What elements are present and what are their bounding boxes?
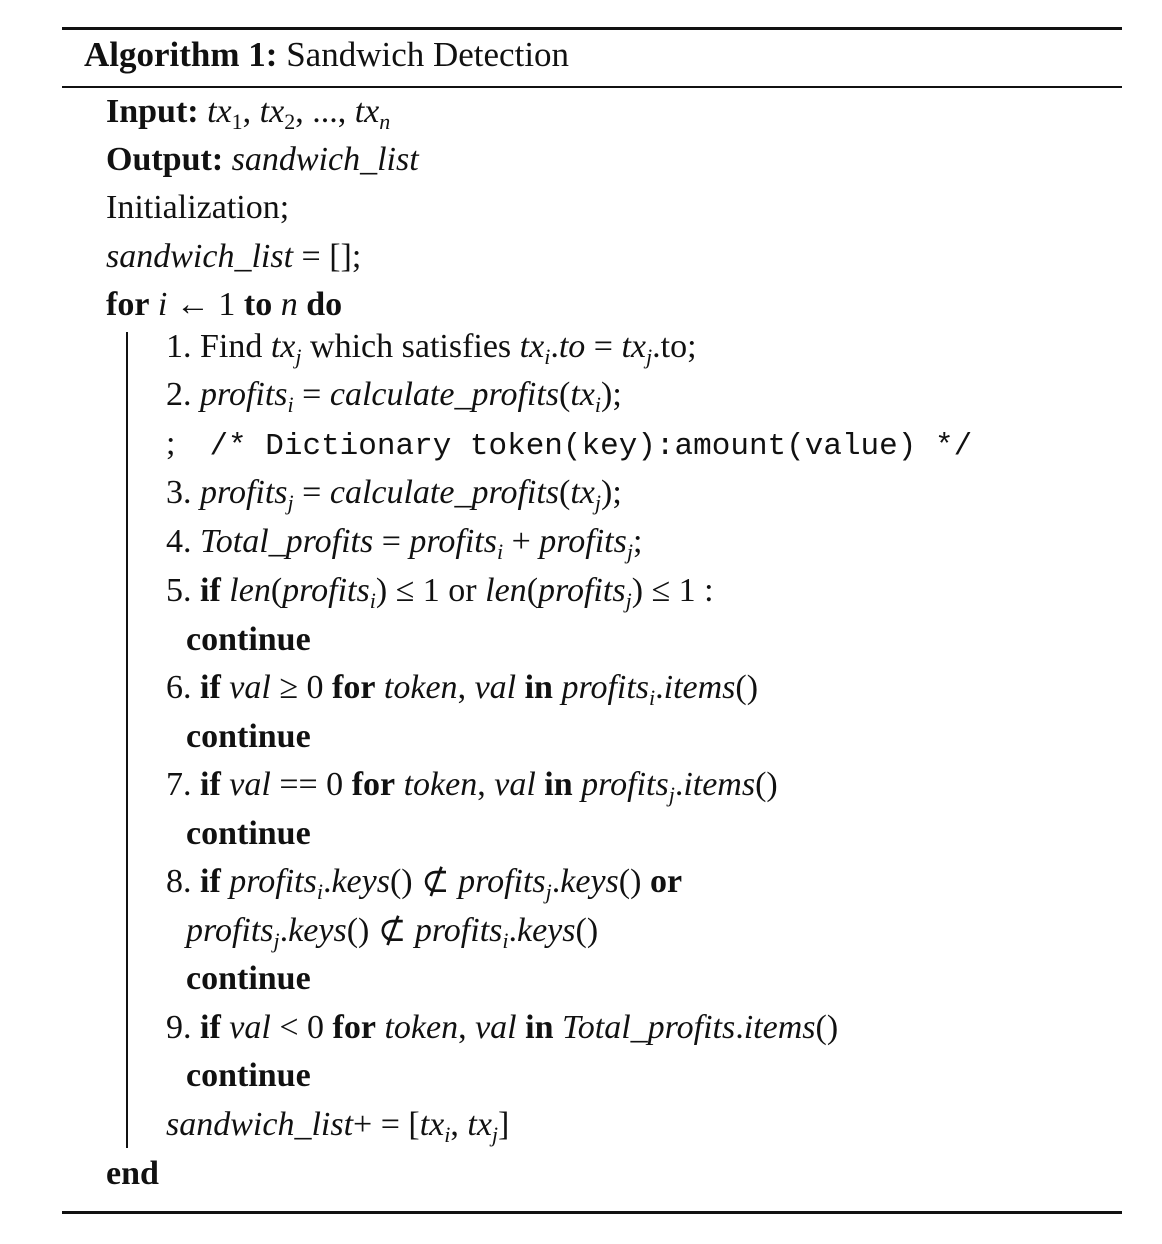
caption-label: Algorithm 1:	[84, 35, 278, 74]
step-3: 3. profitsj = calculate_profits(txj);	[166, 474, 622, 515]
loop-body-bar	[126, 332, 128, 1148]
input-line: Input: tx1, tx2, ..., txn	[106, 92, 391, 134]
output-label: Output:	[106, 141, 224, 178]
loop-end: end	[106, 1155, 159, 1192]
input-label: Input:	[106, 93, 199, 130]
algorithm-caption: Algorithm 1: Sandwich Detection	[84, 34, 569, 76]
step-6-continue: continue	[186, 718, 311, 755]
step-7: 7. if val == 0 for token, val in profits…	[166, 766, 778, 807]
step-8-continuation: profitsj.keys() ⊄ profitsi.keys()	[186, 912, 599, 953]
step-8: 8. if profitsi.keys() ⊄ profitsj.keys() …	[166, 863, 683, 904]
step-2-comment: ; /* Dictionary token(key):amount(value)…	[166, 425, 973, 464]
output-value: sandwich_list	[231, 141, 419, 178]
step-9-continue: continue	[186, 1057, 311, 1094]
top-rule	[62, 27, 1122, 30]
input-value: tx1, tx2, ..., txn	[207, 93, 391, 134]
step-2: 2. profitsi = calculate_profits(txi);	[166, 376, 622, 417]
step-1: 1. Find txj which satisfies txi.to = txj…	[166, 328, 697, 369]
step-6: 6. if val ≥ 0 for token, val in profitsi…	[166, 669, 759, 710]
caption-title: Sandwich Detection	[286, 35, 570, 74]
for-loop-header: for i ← 1 to n do	[106, 286, 343, 323]
step-4: 4. Total_profits = profitsi + profitsj;	[166, 523, 643, 564]
step-5-continue: continue	[186, 621, 311, 658]
bottom-rule	[62, 1211, 1122, 1214]
step-5: 5. if len(profitsi) ≤ 1 or len(profitsj)…	[166, 572, 714, 613]
caption-rule	[62, 86, 1122, 88]
init-assign-line: sandwich_list = [];	[106, 238, 362, 275]
step-8-continue: continue	[186, 960, 311, 997]
output-line: Output: sandwich_list	[106, 140, 419, 180]
initialization-line: Initialization;	[106, 189, 290, 226]
step-7-continue: continue	[186, 815, 311, 852]
step-9: 9. if val < 0 for token, val in Total_pr…	[166, 1009, 839, 1046]
append-line: sandwich_list+ = [txi, txj]	[166, 1106, 510, 1147]
